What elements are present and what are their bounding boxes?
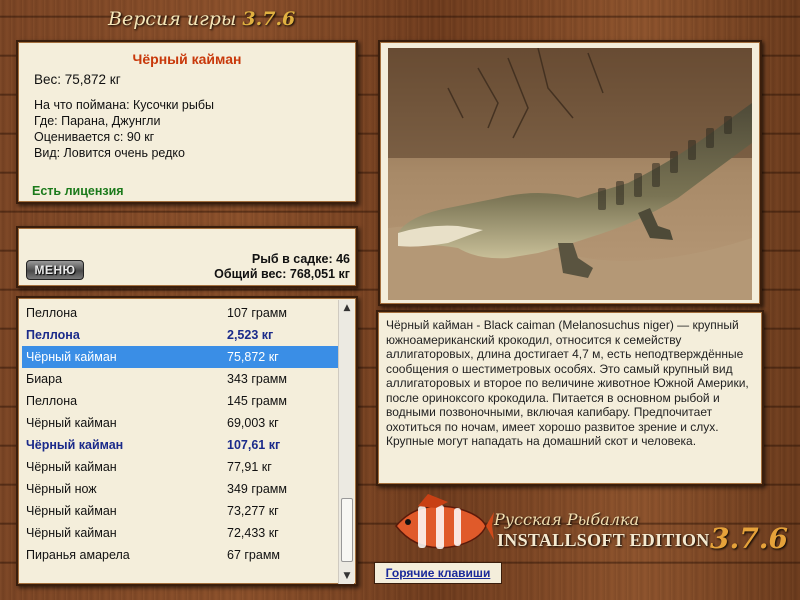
caiman-illustration [388, 48, 752, 300]
version-label: Версия игры [108, 8, 237, 30]
catch-row[interactable]: Чёрный кайман 75,872 кг [22, 346, 340, 368]
catch-row[interactable]: Пиранья амарела 67 грамм [22, 544, 340, 566]
fish-name: Чёрный кайман [132, 51, 242, 67]
catch-row[interactable]: Чёрный кайман 107,61 кг [22, 434, 340, 456]
catch-row[interactable]: Биара 343 грамм [22, 368, 340, 390]
catch-list[interactable]: Пеллона 107 грамм Пеллона 2,523 кг Чёрный ка… [16, 296, 358, 586]
catch-fish-name: Биара [26, 372, 63, 386]
caiman-photo [388, 48, 752, 300]
catch-fish-name: Чёрный кайман [26, 416, 117, 430]
fish-logo-icon [388, 492, 494, 562]
catch-fish-name: Чёрный кайман [26, 350, 117, 364]
location-line: Где: Парана, Джунгли [34, 114, 161, 128]
catch-fish-weight: 73,277 кг [227, 504, 279, 518]
catch-fish-name: Пеллона [26, 328, 80, 342]
catch-list-scrollbar[interactable]: ▲ ▼ [338, 300, 354, 584]
catch-fish-weight: 107 грамм [227, 306, 287, 320]
fish-info-card: Чёрный кайман Вес: 75,872 кг На что пойм… [16, 40, 358, 204]
total-weight: Общий вес: 768,051 кг [214, 267, 350, 281]
catch-fish-name: Чёрный кайман [26, 526, 117, 540]
catch-row[interactable]: Чёрный кайман 73,277 кг [22, 500, 340, 522]
keepnet-stats-panel: МЕНЮ Рыб в садке: 46 Общий вес: 768,051 … [16, 226, 358, 288]
catch-fish-weight: 69,003 кг [227, 416, 279, 430]
scroll-down-icon[interactable]: ▼ [339, 568, 355, 584]
catch-fish-weight: 349 грамм [227, 482, 287, 496]
catch-row[interactable]: Чёрный нож 349 грамм [22, 478, 340, 500]
catch-fish-weight: 145 грамм [227, 394, 287, 408]
fish-photo-panel [378, 40, 762, 306]
hotkeys-link[interactable]: Горячие клавиши [374, 562, 502, 584]
catch-fish-weight: 77,91 кг [227, 460, 272, 474]
catch-fish-name: Чёрный кайман [26, 504, 117, 518]
catch-row[interactable]: Пеллона 2,523 кг [22, 324, 340, 346]
rarity-line: Вид: Ловится очень редко [34, 146, 185, 160]
catch-fish-name: Чёрный кайман [26, 460, 117, 474]
catch-row[interactable]: Пеллона 107 грамм [22, 302, 340, 324]
catch-fish-name: Чёрный нож [26, 482, 97, 496]
fish-count: Рыб в садке: 46 [251, 252, 350, 266]
catch-fish-name: Чёрный кайман [26, 438, 124, 452]
catch-row[interactable]: Чёрный кайман 69,003 кг [22, 412, 340, 434]
catch-rows: Пеллона 107 грамм Пеллона 2,523 кг Чёрный ка… [22, 302, 340, 566]
catch-fish-name: Пеллона [26, 306, 78, 320]
keepnet-stats: Рыб в садке: 46 Общий вес: 768,051 кг [214, 252, 350, 282]
scroll-thumb[interactable] [341, 498, 353, 562]
scroll-up-icon[interactable]: ▲ [339, 300, 355, 316]
catch-row[interactable]: Чёрный кайман 72,433 кг [22, 522, 340, 544]
catch-fish-weight: 2,523 кг [227, 328, 274, 342]
catch-fish-name: Пиранья амарела [26, 548, 130, 562]
game-version-title: Версия игры 3.7.6 [108, 8, 308, 36]
license-status: Есть лицензия [32, 184, 124, 198]
catch-fish-weight: 67 грамм [227, 548, 281, 562]
catch-row[interactable]: Чёрный кайман 77,91 кг [22, 456, 340, 478]
catch-fish-weight: 107,61 кг [227, 438, 281, 452]
bait-line: На что поймана: Кусочки рыбы [34, 98, 214, 112]
catch-fish-name: Пеллона [26, 394, 78, 408]
edition-subtitle: Русская Рыбалка [494, 510, 640, 529]
fish-weight: Вес: 75,872 кг [34, 72, 121, 87]
edition-number: 3.7.6 [710, 522, 788, 555]
valued-from-line: Оценивается с: 90 кг [34, 130, 155, 144]
catch-row[interactable]: Пеллона 145 грамм [22, 390, 340, 412]
fish-details: На что поймана: Кусочки рыбы Где: Парана… [34, 97, 214, 161]
menu-button[interactable]: МЕНЮ [26, 260, 84, 280]
catch-fish-weight: 75,872 кг [227, 350, 279, 364]
version-number: 3.7.6 [242, 8, 296, 30]
fish-description-panel: Чёрный кайман - Black caiman (Melanosuch… [376, 310, 764, 486]
fish-description: Чёрный кайман - Black caiman (Melanosuch… [386, 318, 749, 448]
edition-title: INSTALLSOFT EDITION [497, 530, 710, 550]
catch-fish-weight: 72,433 кг [227, 526, 279, 540]
catch-fish-weight: 343 грамм [227, 372, 287, 386]
